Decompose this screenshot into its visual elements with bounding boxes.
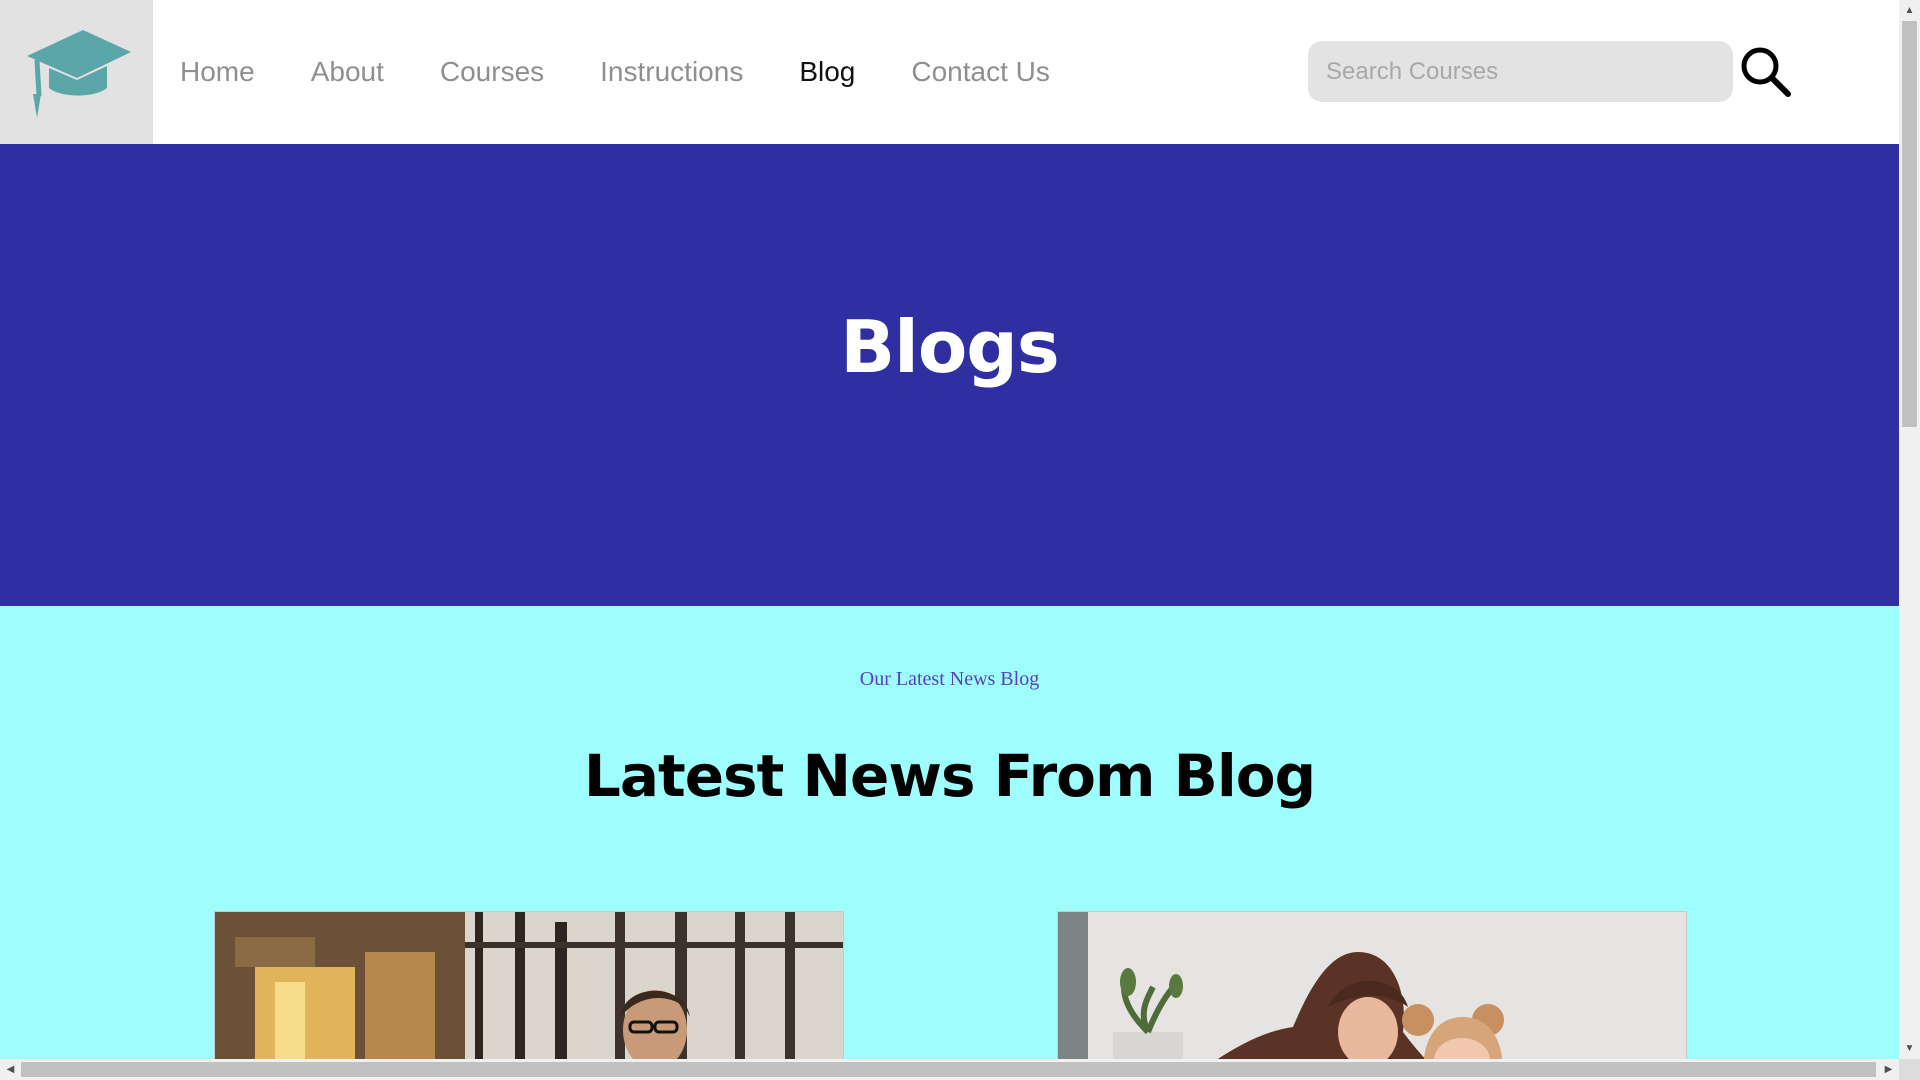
nav-blog[interactable]: Blog [799,56,855,88]
browser-viewport: Home About Courses Instructions Blog Con… [0,0,1899,1059]
search-icon [1741,47,1791,97]
nav-courses[interactable]: Courses [440,56,544,88]
section-heading: Latest News From Blog [583,742,1316,810]
blog-card-image[interactable] [214,911,844,1059]
search-button[interactable] [1738,44,1794,100]
scroll-down-icon[interactable]: ▼ [1899,1038,1920,1059]
site-header: Home About Courses Instructions Blog Con… [0,0,1899,144]
hero-banner: Blogs [0,144,1899,606]
vertical-scrollbar[interactable]: ▲ ▼ [1899,0,1920,1059]
logo[interactable] [0,0,153,144]
scrollbar-corner [1899,1059,1920,1080]
page-title: Blogs [840,304,1059,389]
nav-about[interactable]: About [311,56,384,88]
section-kicker: Our Latest News Blog [859,668,1040,690]
blog-card-image[interactable] [1057,911,1687,1059]
scroll-up-icon[interactable]: ▲ [1899,0,1920,21]
blog-section: Our Latest News Blog Latest News From Bl… [0,606,1899,1059]
mother-and-daughter-photo [1058,912,1686,1059]
horizontal-scroll-thumb[interactable] [21,1062,1876,1077]
scroll-right-icon[interactable]: ▶ [1878,1059,1899,1080]
vertical-scroll-thumb[interactable] [1902,21,1917,427]
nav-instructions[interactable]: Instructions [600,56,743,88]
scroll-left-icon[interactable]: ◀ [0,1059,21,1080]
main-nav: Home About Courses Instructions Blog Con… [180,0,1106,144]
search-input[interactable] [1308,41,1733,102]
man-with-glasses-in-cafe-photo [215,912,843,1059]
horizontal-scrollbar[interactable]: ◀ ▶ [0,1059,1899,1080]
nav-home[interactable]: Home [180,56,255,88]
graduation-cap-icon [26,30,131,118]
nav-contact-us[interactable]: Contact Us [911,56,1050,88]
